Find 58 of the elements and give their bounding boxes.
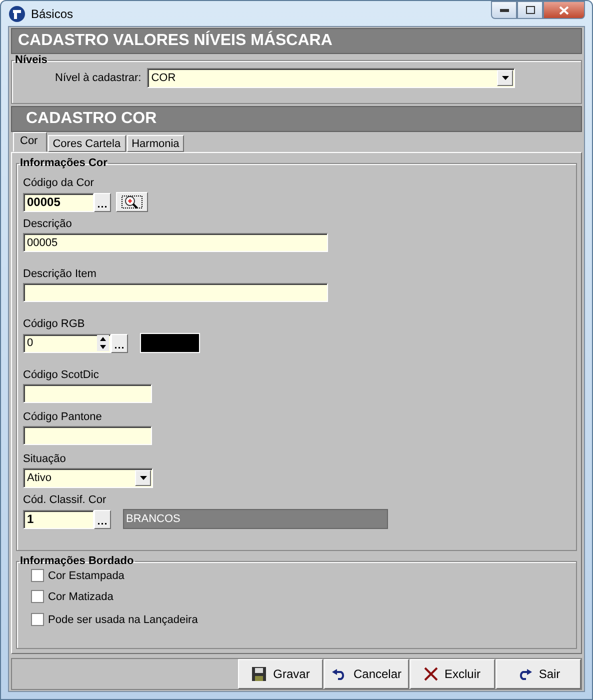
text-field[interactable] <box>23 283 328 302</box>
checkbox[interactable] <box>31 613 44 626</box>
toolbar-button[interactable]: Excluir <box>410 659 495 689</box>
text-field[interactable] <box>23 384 152 403</box>
color-swatch <box>140 333 200 353</box>
app-logo-icon <box>8 4 26 22</box>
checkbox[interactable] <box>31 569 44 582</box>
checkbox-label: Cor Estampada <box>48 570 124 582</box>
section-header: CADASTRO COR <box>11 106 582 132</box>
field-label: Cód. Classif. Cor <box>23 494 108 506</box>
dropdown-arrow-icon <box>502 76 509 80</box>
field-label: Descrição Item <box>23 268 98 280</box>
tab[interactable]: Cores Cartela <box>48 135 126 152</box>
browse-button[interactable] <box>111 334 128 352</box>
status-dropdown[interactable]: Ativo <box>23 468 153 488</box>
toolbar-button[interactable]: Sair <box>496 659 581 689</box>
lookup-value: BRANCOS <box>123 509 388 529</box>
field-label: Descrição <box>23 218 73 230</box>
form-header: CADASTRO VALORES NÍVEIS MÁSCARA <box>11 28 582 54</box>
field-label: Código RGB <box>23 318 86 330</box>
text-field[interactable]: 00005 <box>23 233 328 252</box>
field-label: Código da Cor <box>23 177 95 189</box>
cross-icon <box>424 667 438 681</box>
minimize-button[interactable] <box>491 1 517 19</box>
tab[interactable]: Cor <box>13 132 47 152</box>
group-title: Informações Bordado <box>19 555 135 567</box>
checkbox-label: Pode ser usada na Lançadeira <box>48 614 198 626</box>
field-label: Situação <box>23 453 67 465</box>
dropdown-arrow-icon <box>140 476 146 480</box>
toolbar-button[interactable]: Cancelar <box>324 659 409 689</box>
magnifier-icon <box>121 194 143 210</box>
toolbar-button[interactable]: Gravar <box>238 659 323 689</box>
tab[interactable]: Harmonia <box>126 135 184 152</box>
close-button[interactable] <box>543 1 585 19</box>
ellipsis-icon <box>98 204 107 208</box>
zoom-search-button[interactable] <box>116 192 148 212</box>
maximize-icon <box>526 6 534 14</box>
checkbox-label: Cor Matizada <box>48 590 114 602</box>
spin-arrows-icon <box>97 335 109 351</box>
minimize-icon <box>500 8 508 12</box>
ellipsis-icon <box>115 346 124 348</box>
field-label: Código ScotDic <box>23 369 100 381</box>
close-icon <box>559 6 569 14</box>
level-dropdown[interactable]: COR <box>147 68 516 88</box>
field-label: Nível à cadastrar: <box>55 72 142 84</box>
spin-field[interactable]: 0 <box>23 334 111 352</box>
browse-button[interactable] <box>94 510 111 528</box>
group-title: Informações Cor <box>19 157 108 169</box>
checkbox[interactable] <box>31 590 44 603</box>
browse-button[interactable] <box>94 192 111 212</box>
text-field[interactable] <box>23 426 152 445</box>
maximize-button[interactable] <box>517 1 543 19</box>
code-field[interactable]: 1 <box>23 510 94 528</box>
code-field[interactable]: 00005 <box>23 192 94 212</box>
group-title: Níveis <box>14 54 48 66</box>
window-title: Básicos <box>31 6 74 20</box>
field-label: Código Pantone <box>23 411 103 423</box>
ellipsis-icon <box>98 522 107 524</box>
